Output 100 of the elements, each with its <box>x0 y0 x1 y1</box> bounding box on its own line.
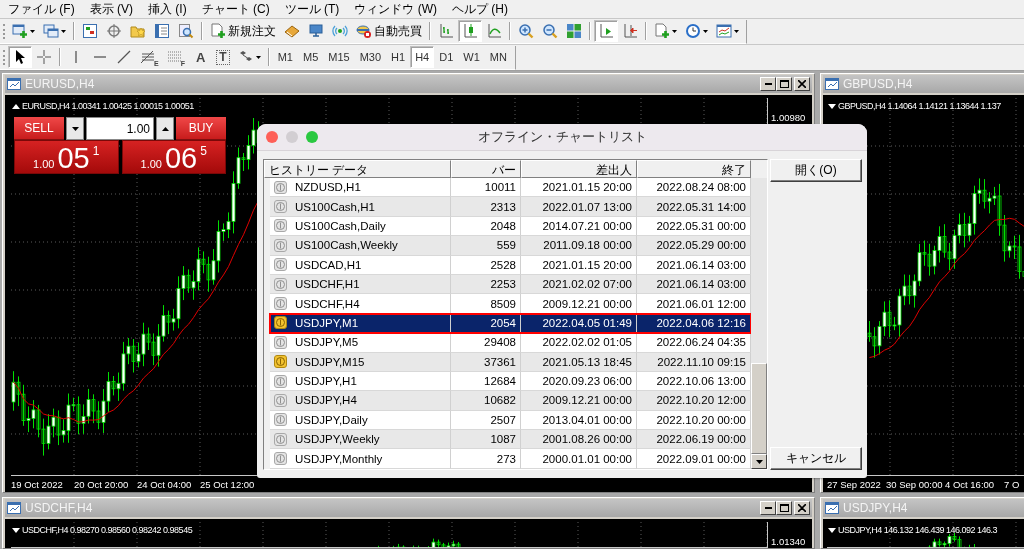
chart-window-icon <box>7 502 21 514</box>
minimize-icon <box>764 83 772 85</box>
chart-info: GBPUSD,H4 1.14064 1.14121 1.13644 1.137 <box>838 101 1001 111</box>
list-row[interactable]: USDJPY,Daily 2507 2013.04.01 00:00 2022.10.20 00:00 <box>270 410 751 431</box>
cursor-button[interactable] <box>8 46 32 68</box>
label-button[interactable]: T <box>212 46 234 68</box>
caret-icon <box>703 29 708 33</box>
time-label: 4 Oct 16:00 <box>945 478 996 490</box>
expand-icon[interactable] <box>12 526 20 534</box>
list-row[interactable]: USDJPY,Weekly 1087 2001.08.26 00:00 2022.06.19 00:00 <box>270 430 751 450</box>
spin-up-button[interactable] <box>156 117 174 140</box>
fibonacci-icon <box>140 49 156 65</box>
minimize-button[interactable] <box>760 77 776 91</box>
menu-item[interactable]: ヘルプ (H) <box>446 0 517 18</box>
minimize-button[interactable] <box>760 501 776 515</box>
list-row[interactable]: USDJPY,M5 29408 2022.02.02 01:05 2022.06.24 04:35 <box>270 333 751 353</box>
period-button[interactable]: M5 <box>297 46 324 68</box>
maximize-button[interactable] <box>776 77 792 91</box>
cap-stop-icon <box>356 23 372 39</box>
coin-icon <box>274 297 287 311</box>
coin-icon <box>274 200 287 214</box>
list-row[interactable]: USDJPY,H1 12684 2020.09.23 06:00 2022.10.06 13:00 <box>270 371 751 392</box>
list-row[interactable]: US100Cash,Weekly 559 2011.09.18 00:00 2022.05.29 00:00 <box>270 236 751 256</box>
maximize-button[interactable] <box>776 501 792 515</box>
spin-down-button[interactable] <box>66 117 84 140</box>
close-button[interactable] <box>794 501 810 515</box>
time-label: 24 Oct 04:00 <box>137 478 193 490</box>
table-cell: 2011.09.18 00:00 <box>521 236 637 256</box>
list-row[interactable]: USDJPY,M1 2054 2022.04.05 01:49 2022.04.06 12:16 <box>270 313 751 334</box>
period-button[interactable]: D1 <box>434 46 459 68</box>
period-button[interactable]: W1 <box>458 46 485 68</box>
scroll-thumb[interactable] <box>751 363 767 454</box>
menu-item[interactable]: ウィンドウ (W) <box>348 0 446 18</box>
menu-item[interactable]: 表示 (V) <box>83 0 142 18</box>
collapse-icon[interactable] <box>12 102 20 110</box>
period-button[interactable]: H1 <box>386 46 411 68</box>
scroll-down-button[interactable] <box>751 454 767 469</box>
candles-button[interactable] <box>458 20 482 42</box>
column-header[interactable]: 差出人 <box>521 160 637 178</box>
new-order-button[interactable]: 新規注文 <box>206 20 280 42</box>
coin-icon <box>274 374 287 388</box>
list-row[interactable]: US100Cash,Daily 2048 2014.07.21 00:00 2022.05.31 00:00 <box>270 216 751 237</box>
open-button[interactable]: 開く(O) <box>770 159 862 182</box>
period-button[interactable]: M15 <box>323 46 355 68</box>
table-cell: USDJPY,M5 <box>270 333 451 353</box>
table-cell: 10682 <box>451 391 521 411</box>
candlestick-icon <box>462 23 478 39</box>
buy-button[interactable]: BUY <box>176 117 226 140</box>
list-row[interactable]: USDJPY,M15 37361 2021.05.13 18:45 2022.11.10 09:15 <box>270 352 751 372</box>
dialog-title: オフライン・チャートリスト <box>477 128 647 146</box>
time-label: 27 Sep 2022 <box>827 478 882 490</box>
autoscroll-icon <box>598 23 614 39</box>
volume-field[interactable]: 1.00 <box>86 117 154 140</box>
window-title: USDCHF,H4 <box>25 501 94 515</box>
period-button[interactable]: MN <box>484 46 512 68</box>
scrollbar[interactable] <box>751 178 767 469</box>
expand-icon[interactable] <box>828 102 836 110</box>
text-button[interactable]: A <box>188 46 213 68</box>
period-button[interactable]: M30 <box>354 46 387 68</box>
list-row[interactable]: USDCAD,H1 2528 2021.01.15 20:00 2021.06.14 03:00 <box>270 255 751 275</box>
list-row[interactable]: US100Cash,H1 2313 2022.01.07 13:00 2022.05.31 14:00 <box>270 197 751 217</box>
sell-button[interactable]: SELL <box>14 117 64 140</box>
table-cell: 2313 <box>451 197 521 217</box>
triangle-down-icon <box>71 126 79 131</box>
list-row[interactable]: NZDUSD,H1 10011 2021.01.15 20:00 2022.08.24 08:00 <box>270 178 751 198</box>
close-icon <box>798 504 806 512</box>
horizontal-line-icon <box>94 56 106 58</box>
column-header[interactable]: バー <box>451 160 521 178</box>
table-cell: US100Cash,Weekly <box>270 236 451 256</box>
close-button[interactable] <box>794 77 810 91</box>
menu-item[interactable]: 挿入 (I) <box>142 0 196 18</box>
menu-item[interactable]: チャート (C) <box>195 0 279 18</box>
auto-trading-button[interactable]: 自動売買 <box>352 20 426 42</box>
expand-icon[interactable] <box>828 526 836 534</box>
cancel-button[interactable]: キャンセル <box>770 447 862 470</box>
period-button[interactable]: M1 <box>272 46 298 68</box>
autoscroll-button[interactable] <box>594 20 618 42</box>
table-cell: 37361 <box>451 352 521 372</box>
document-plus-icon <box>210 23 226 39</box>
table-cell: 2022.01.07 13:00 <box>521 197 637 217</box>
magnifier-document-icon <box>178 23 194 39</box>
period-button[interactable]: H4 <box>410 46 435 68</box>
menu-item[interactable]: ツール (T) <box>278 0 349 18</box>
column-header[interactable]: 終了 <box>637 160 751 178</box>
column-header[interactable]: ヒストリー データ <box>264 160 451 178</box>
menu-item[interactable]: ファイル (F) <box>2 0 84 18</box>
list-row[interactable]: USDJPY,H4 10682 2009.12.21 00:00 2022.10.20 12:00 <box>270 391 751 411</box>
chart-window-icon <box>825 502 839 514</box>
clock-icon <box>685 23 701 39</box>
list-row[interactable]: USDCHF,H4 8509 2009.12.21 00:00 2021.06.01 12:00 <box>270 294 751 314</box>
table-cell: 2000.01.01 00:00 <box>521 449 637 469</box>
time-label: 7 O <box>1004 478 1021 490</box>
list-row[interactable]: USDJPY,Monthly 273 2000.01.01 00:00 2022.09.01 00:00 <box>270 449 751 469</box>
coin-icon <box>274 452 287 466</box>
table-cell: 2054 <box>451 313 521 334</box>
time-label: 20 Oct 20:00 <box>74 478 130 490</box>
vertical-line-icon <box>75 51 77 63</box>
folder-star-icon <box>130 23 146 39</box>
list-row[interactable]: USDCHF,H1 2253 2021.02.02 07:00 2021.06.14 03:00 <box>270 274 751 295</box>
triangle-up-icon <box>161 126 169 131</box>
